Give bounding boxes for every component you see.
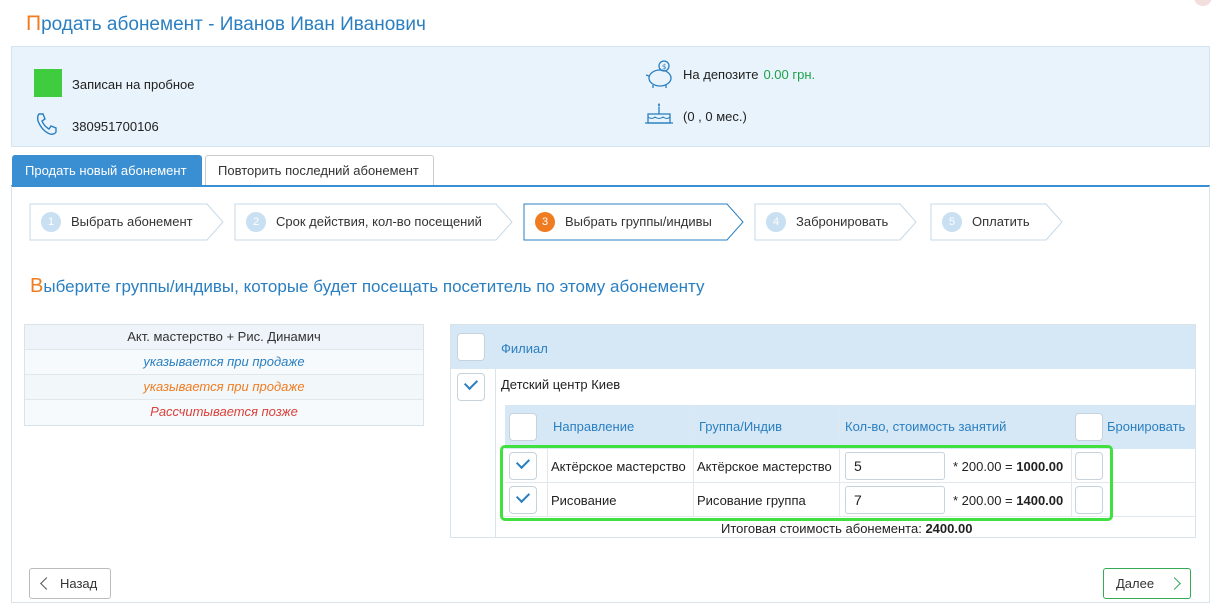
select-all-checkbox[interactable] (457, 333, 485, 361)
phone-number: 380951700106 (72, 119, 159, 134)
book-column-header: Бронировать (1107, 419, 1186, 434)
summary-line-2: указывается при продаже (25, 375, 423, 400)
client-info-panel: Записан на пробное 380951700106 $ На деп… (11, 46, 1210, 147)
group-column-header: Группа/Индив (699, 419, 783, 434)
book-all-checkbox[interactable] (1075, 413, 1103, 441)
step-4[interactable]: 4 Забронировать (754, 203, 918, 241)
status-indicator (34, 69, 62, 97)
subscription-name: Акт. мастерство + Рис. Динамич (25, 325, 423, 350)
book-checkbox[interactable] (1075, 486, 1103, 514)
row-direction: Актёрское мастерство (551, 459, 686, 474)
step-1-label: Выбрать абонемент (71, 214, 193, 229)
quantity-input[interactable]: 7 (845, 486, 945, 514)
step-3-label: Выбрать группы/индивы (565, 214, 712, 229)
branch-checkbox[interactable] (457, 373, 485, 401)
row-cost: * 200.00 = 1400.00 (953, 493, 1064, 508)
page-title: Продать абонемент - Иванов Иван Иванович (26, 12, 426, 35)
summary-line-3: Рассчитывается позже (25, 400, 423, 425)
summary-line-1: указывается при продаже (25, 350, 423, 375)
table-row: Актёрское мастерство Актёрское мастерств… (505, 449, 1195, 483)
table-row: Рисование Рисование группа 7 * 200.00 = … (505, 483, 1195, 517)
step-5-number: 5 (942, 212, 962, 232)
step-2-label: Срок действия, кол-во посещений (276, 214, 482, 229)
check-icon (463, 375, 479, 391)
row-cost: * 200.00 = 1000.00 (953, 459, 1064, 474)
deposit-value: 0.00 грн. (763, 67, 816, 82)
phone-icon (36, 113, 57, 135)
table-header: Филиал (451, 325, 1195, 369)
row-direction: Рисование (551, 493, 617, 508)
check-icon (515, 454, 531, 470)
back-button[interactable]: Назад (29, 568, 111, 599)
select-all-directions-checkbox[interactable] (509, 413, 537, 441)
row-group: Актёрское мастерство (697, 459, 832, 474)
tab-repeat-last[interactable]: Повторить последний абонемент (205, 155, 434, 186)
subscription-summary: Акт. мастерство + Рис. Динамич указывает… (24, 324, 424, 426)
deposit-info: На депозите 0.00 грн. (683, 67, 816, 82)
row-checkbox[interactable] (509, 486, 537, 514)
branch-name: Детский центр Киев (501, 377, 621, 392)
age-text: (0 , 0 мес.) (683, 109, 747, 124)
row-group: Рисование группа (697, 493, 806, 508)
check-icon (515, 488, 531, 504)
book-checkbox[interactable] (1075, 452, 1103, 480)
chevron-right-icon (1168, 577, 1181, 590)
row-checkbox[interactable] (509, 452, 537, 480)
step-2-number: 2 (246, 212, 266, 232)
close-icon[interactable]: × (1194, 0, 1212, 6)
section-heading: Выберите группы/индивы, которые будет по… (30, 275, 705, 297)
column-divider (495, 369, 496, 537)
chevron-left-icon (40, 577, 53, 590)
qty-cost-column-header: Кол-во, стоимость занятий (845, 419, 1007, 434)
step-1[interactable]: 1 Выбрать абонемент (29, 203, 225, 241)
next-button[interactable]: Далее (1103, 568, 1191, 599)
step-4-label: Забронировать (796, 214, 889, 229)
quantity-input[interactable]: 5 (845, 452, 945, 480)
total-cost: Итоговая стоимость абонемента: 2400.00 (721, 521, 973, 536)
status-text: Записан на пробное (72, 77, 195, 92)
step-1-number: 1 (41, 212, 61, 232)
groups-table: Филиал Детский центр Киев Направление Гр… (450, 324, 1196, 538)
tab-sell-new[interactable]: Продать новый абонемент (12, 155, 202, 186)
svg-text:$: $ (662, 63, 666, 71)
direction-column-header: Направление (553, 419, 635, 434)
step-3-number: 3 (535, 212, 555, 232)
birthday-cake-icon (645, 103, 673, 124)
piggy-bank-icon: $ (645, 60, 672, 88)
subtable-header: Направление Группа/Индив Кол-во, стоимос… (505, 405, 1195, 449)
step-5-label: Оплатить (972, 214, 1030, 229)
step-5[interactable]: 5 Оплатить (930, 203, 1064, 241)
step-2[interactable]: 2 Срок действия, кол-во посещений (234, 203, 514, 241)
step-3[interactable]: 3 Выбрать группы/индивы (523, 203, 745, 241)
step-4-number: 4 (766, 212, 786, 232)
branch-column-header: Филиал (501, 341, 548, 356)
